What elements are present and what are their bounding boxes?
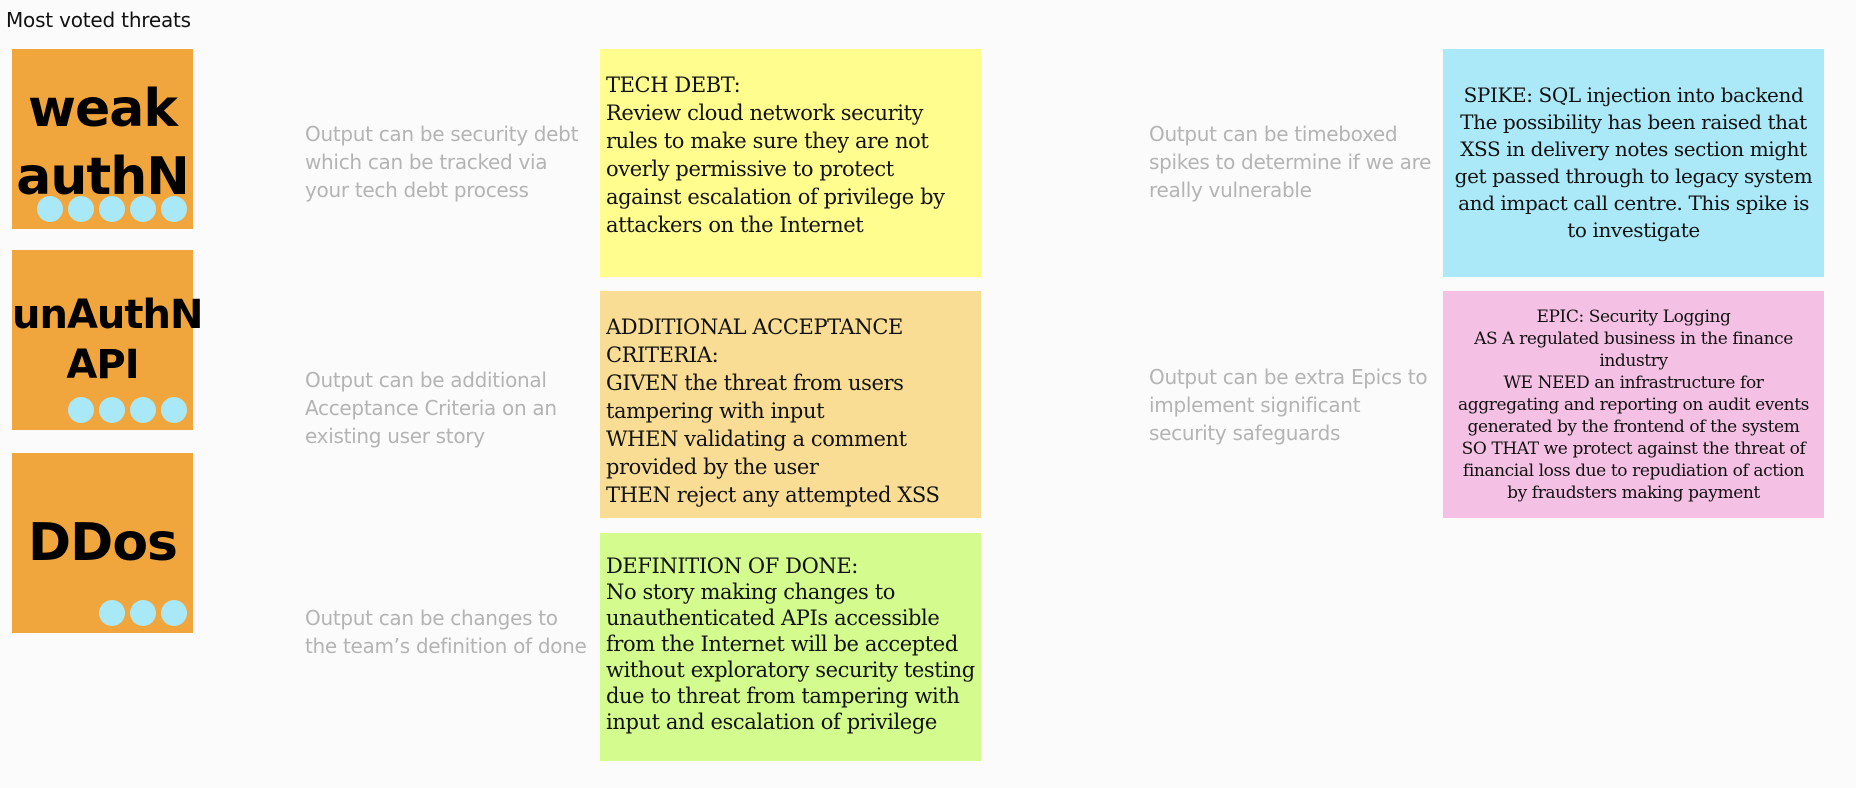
vote-dot — [130, 397, 156, 423]
vote-dot — [68, 397, 94, 423]
sticky-acceptance-criteria[interactable]: ADDITIONAL ACCEPTANCE CRITERIA: GIVEN th… — [600, 291, 981, 518]
vote-dot — [161, 397, 187, 423]
vote-dots — [37, 196, 187, 222]
vote-dot — [161, 600, 187, 626]
threat-label: weak authN — [16, 79, 190, 207]
vote-dots — [99, 600, 187, 626]
threat-label: DDos — [27, 513, 178, 573]
hint-spike: Output can be timeboxed spikes to determ… — [1149, 122, 1432, 202]
sticky-epic[interactable]: EPIC: Security Logging AS A regulated bu… — [1443, 291, 1824, 518]
hint-epic: Output can be extra Epics to implement s… — [1149, 365, 1428, 445]
vote-dot — [99, 600, 125, 626]
sticky-text: SPIKE: SQL injection into backend The po… — [1454, 83, 1813, 242]
sticky-tech-debt[interactable]: TECH DEBT: Review cloud network security… — [600, 49, 981, 277]
sticky-text: TECH DEBT: Review cloud network security… — [606, 73, 945, 237]
vote-dot — [130, 196, 156, 222]
threat-card-ddos[interactable]: DDos — [12, 453, 193, 633]
vote-dot — [99, 196, 125, 222]
threat-card-unauthn-api[interactable]: unAuthN API — [12, 250, 203, 430]
hint-tech-debt: Output can be security debt which can be… — [305, 122, 579, 202]
sticky-definition-of-done[interactable]: DEFINITION OF DONE: No story making chan… — [600, 533, 981, 761]
hint-acceptance-criteria: Output can be additional Acceptance Crit… — [305, 368, 557, 448]
sticky-spike[interactable]: SPIKE: SQL injection into backend The po… — [1443, 49, 1824, 277]
sticky-text: ADDITIONAL ACCEPTANCE CRITERIA: GIVEN th… — [606, 315, 940, 507]
vote-dot — [99, 397, 125, 423]
vote-dot — [130, 600, 156, 626]
vote-dot — [37, 196, 63, 222]
sticky-text: EPIC: Security Logging AS A regulated bu… — [1458, 306, 1809, 503]
sticky-text: DEFINITION OF DONE: No story making chan… — [606, 554, 975, 734]
hint-definition-of-done: Output can be changes to the team’s defi… — [305, 606, 587, 658]
vote-dot — [68, 196, 94, 222]
board-title: Most voted threats — [6, 8, 191, 32]
threat-card-weak-authn[interactable]: weak authN — [12, 49, 193, 229]
vote-dots — [68, 397, 187, 423]
threat-label: unAuthN API — [12, 292, 203, 388]
vote-dot — [161, 196, 187, 222]
